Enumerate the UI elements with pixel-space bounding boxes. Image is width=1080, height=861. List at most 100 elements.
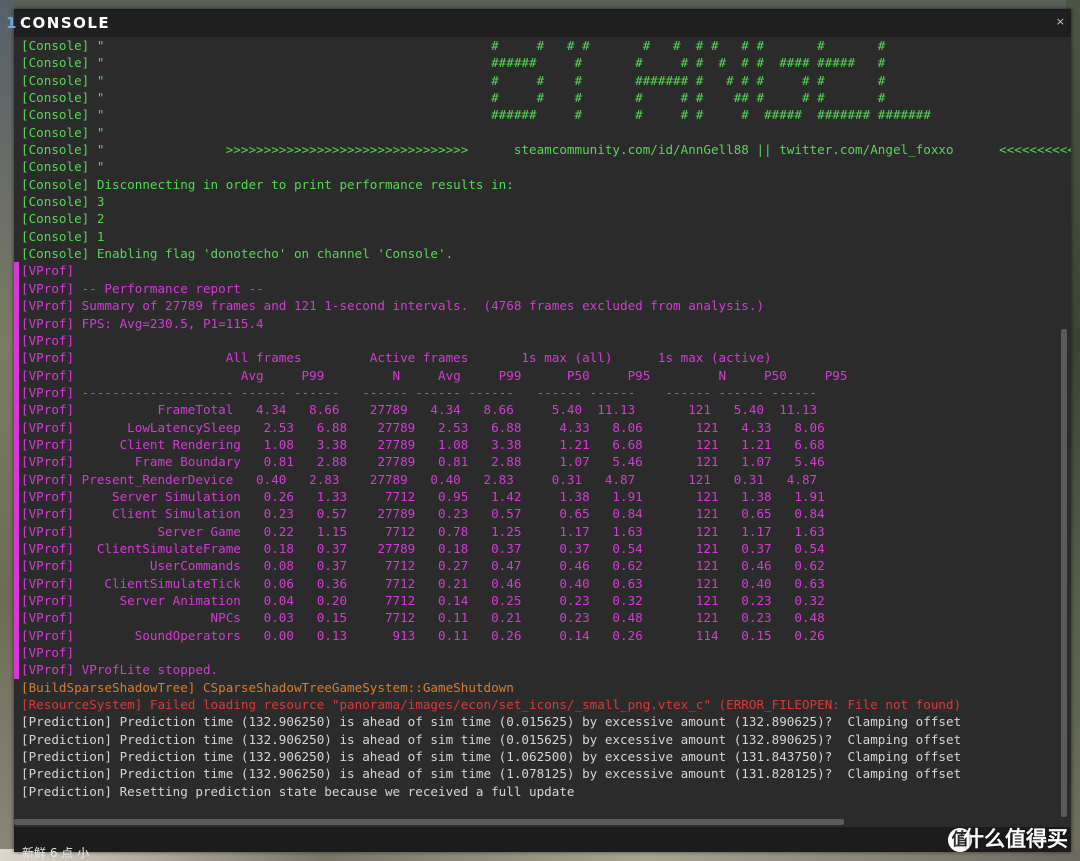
log-line-text: [VProf] Server Game 0.22 1.15 7712 0.78 …	[21, 523, 825, 539]
log-line-text: [VProf]	[21, 263, 75, 279]
log-line: [VProf]	[14, 331, 1071, 350]
log-line-marker	[14, 435, 19, 454]
log-line-marker	[14, 661, 19, 679]
log-line: [Prediction] Prediction time (132.906250…	[14, 713, 1071, 730]
log-line: [VProf]	[14, 644, 1071, 662]
log-line-text: [Prediction] Prediction time (132.906250…	[21, 766, 962, 782]
horizontal-scrollbar-track[interactable]	[14, 819, 1071, 827]
log-line-text: [Console] " # # # # # # # # # # # #	[21, 38, 886, 53]
log-line: [VProf] Server Game 0.22 1.15 7712 0.78 …	[14, 522, 1071, 540]
log-line-text: [VProf] Server Simulation 0.26 1.33 7712…	[21, 488, 825, 504]
log-line-text: [VProf] Client Rendering 1.08 3.38 27789…	[21, 436, 825, 452]
log-line-text: [VProf] Client Simulation 0.23 0.57 2778…	[21, 506, 825, 522]
log-line: [VProf] -- Performance report --	[14, 279, 1071, 298]
log-line-text: [Console] "	[21, 124, 105, 140]
log-line-text: [VProf]	[21, 332, 75, 348]
log-line: [Console] 1	[14, 228, 1071, 245]
log-line-text: [Console] " # # # ####### # # # # # # #	[21, 72, 886, 88]
log-line-text: [Prediction] Prediction time (132.906250…	[21, 714, 962, 730]
console-title: CONSOLE	[20, 14, 111, 32]
command-input[interactable]	[16, 830, 1067, 848]
log-line-text: [VProf] Present_RenderDevice 0.40 2.83 2…	[21, 471, 818, 487]
log-line-text: [BuildSparseShadowTree] CSparseShadowTre…	[21, 679, 514, 695]
hud-bottom-text: 新鲜 6 点 小	[22, 846, 90, 860]
log-line: [Console] Enabling flag 'donotecho' on c…	[14, 245, 1071, 262]
log-line-marker	[14, 626, 19, 645]
horizontal-scrollbar-thumb[interactable]	[14, 819, 844, 825]
hud-number: 1	[6, 14, 17, 32]
log-line-text: [VProf] FPS: Avg=230.5, P1=115.4	[21, 315, 264, 331]
log-line: [BuildSparseShadowTree] CSparseShadowTre…	[14, 679, 1071, 696]
console-titlebar[interactable]: CONSOLE ×	[14, 9, 1071, 37]
log-line-text: [Console] Enabling flag 'donotecho' on c…	[21, 246, 454, 262]
log-line-marker	[14, 539, 19, 558]
log-line-text: [VProf] Summary of 27789 frames and 121 …	[21, 298, 765, 314]
log-line: [Console] 2	[14, 210, 1071, 227]
log-line-text: [Console] " ###### # # # # # ##### #####…	[21, 107, 931, 123]
log-line: [ResourceSystem] Failed loading resource…	[14, 696, 1071, 713]
command-input-row	[14, 827, 1071, 852]
log-line: [Console] Disconnecting in order to prin…	[14, 176, 1071, 193]
log-line-marker	[14, 262, 19, 280]
log-line-text: [VProf] -- Performance report --	[21, 280, 264, 296]
watermark-text: 什么值得买	[963, 827, 1068, 851]
log-line: [VProf] SoundOperators 0.00 0.13 913 0.1…	[14, 626, 1071, 645]
log-line-text: [VProf] FrameTotal 4.34 8.66 27789 4.34 …	[21, 402, 818, 418]
log-line-text: [Prediction] Prediction time (132.906250…	[21, 749, 962, 765]
log-line-text: [VProf] LowLatencySleep 2.53 6.88 27789 …	[21, 419, 825, 435]
close-button[interactable]: ×	[1056, 15, 1065, 28]
log-line: [VProf] Avg P99 N Avg P99 P50 P95 N P50 …	[14, 366, 1071, 384]
log-line: [VProf] Server Simulation 0.26 1.33 7712…	[14, 487, 1071, 506]
log-line: [VProf] Client Rendering 1.08 3.38 27789…	[14, 435, 1071, 454]
log-line: [VProf] All frames Active frames 1s max …	[14, 349, 1071, 367]
log-line-marker	[14, 453, 19, 471]
log-line-text: [VProf] All frames Active frames 1s max …	[21, 350, 772, 366]
log-line: [Prediction] Prediction time (132.906250…	[14, 748, 1071, 765]
log-line: [VProf] FPS: Avg=230.5, P1=115.4	[14, 314, 1071, 332]
log-line: [VProf] Server Animation 0.04 0.20 7712 …	[14, 592, 1071, 610]
log-line-text: [Console] " ###### # # # # # # # #### ##…	[21, 55, 886, 71]
log-line-marker	[14, 505, 19, 523]
log-line-text: [VProf]	[21, 645, 75, 661]
log-line-marker	[14, 574, 19, 592]
log-line: [VProf] Client Simulation 0.23 0.57 2778…	[14, 505, 1071, 523]
log-line-text: [VProf] ClientSimulateTick 0.06 0.36 771…	[21, 575, 825, 591]
log-line: [Console] "	[14, 158, 1071, 175]
log-line: [Console] 3	[14, 193, 1071, 210]
log-line: [VProf] LowLatencySleep 2.53 6.88 27789 …	[14, 418, 1071, 436]
log-line-text: [Prediction] Prediction time (132.906250…	[21, 731, 962, 747]
log-line-text: [Console] 1	[21, 228, 105, 244]
log-line-text: [ResourceSystem] Failed loading resource…	[21, 697, 962, 713]
log-line-marker	[14, 592, 19, 610]
log-line-marker	[14, 314, 19, 332]
log-line-text: [VProf] Avg P99 N Avg P99 P50 P95 N P50 …	[21, 367, 848, 383]
log-line-text: [VProf] ClientSimulateFrame 0.18 0.37 27…	[21, 540, 825, 556]
log-line: [VProf] UserCommands 0.08 0.37 7712 0.27…	[14, 557, 1071, 575]
log-line: [VProf] -------------------- ------ ----…	[14, 383, 1071, 402]
log-line-marker	[14, 366, 19, 384]
log-line-marker	[14, 279, 19, 298]
log-line-text: [VProf] VProfLite stopped.	[21, 662, 219, 678]
log-line-text: [Console] Disconnecting in order to prin…	[21, 176, 514, 192]
log-line-text: [Prediction] Resetting prediction state …	[21, 783, 575, 799]
log-line-text: [VProf] SoundOperators 0.00 0.13 913 0.1…	[21, 627, 825, 643]
log-line-marker	[14, 401, 19, 419]
log-line: [VProf] Present_RenderDevice 0.40 2.83 2…	[14, 470, 1071, 488]
log-line: [Console] " # # # # # # # # # # # #	[14, 37, 1071, 54]
log-line: [VProf] Frame Boundary 0.81 2.88 27789 0…	[14, 453, 1071, 471]
console-window: CONSOLE × [Console] " # # # # # # # # # …	[14, 9, 1071, 852]
log-line-text: [Console] " >>>>>>>>>>>>>>>>>>>>>>>>>>>>…	[21, 142, 1071, 158]
console-log[interactable]: [Console] " # # # # # # # # # # # # [Cons…	[14, 37, 1071, 817]
log-line-text: [Console] "	[21, 159, 105, 175]
log-line: [VProf] VProfLite stopped.	[14, 661, 1071, 679]
log-line: [VProf] Summary of 27789 frames and 121 …	[14, 297, 1071, 315]
log-line: [Console] " # # # # # # ## # # # #	[14, 89, 1071, 106]
log-line: [Console] " ###### # # # # # # # #### ##…	[14, 54, 1071, 71]
vertical-scrollbar[interactable]	[1061, 329, 1067, 817]
log-line-text: [VProf] Frame Boundary 0.81 2.88 27789 0…	[21, 454, 825, 470]
log-line-marker	[14, 418, 19, 436]
log-line-marker	[14, 609, 19, 627]
log-line-marker	[14, 349, 19, 367]
log-line-text: [Console] 3	[21, 194, 105, 210]
log-line-marker	[14, 644, 19, 662]
